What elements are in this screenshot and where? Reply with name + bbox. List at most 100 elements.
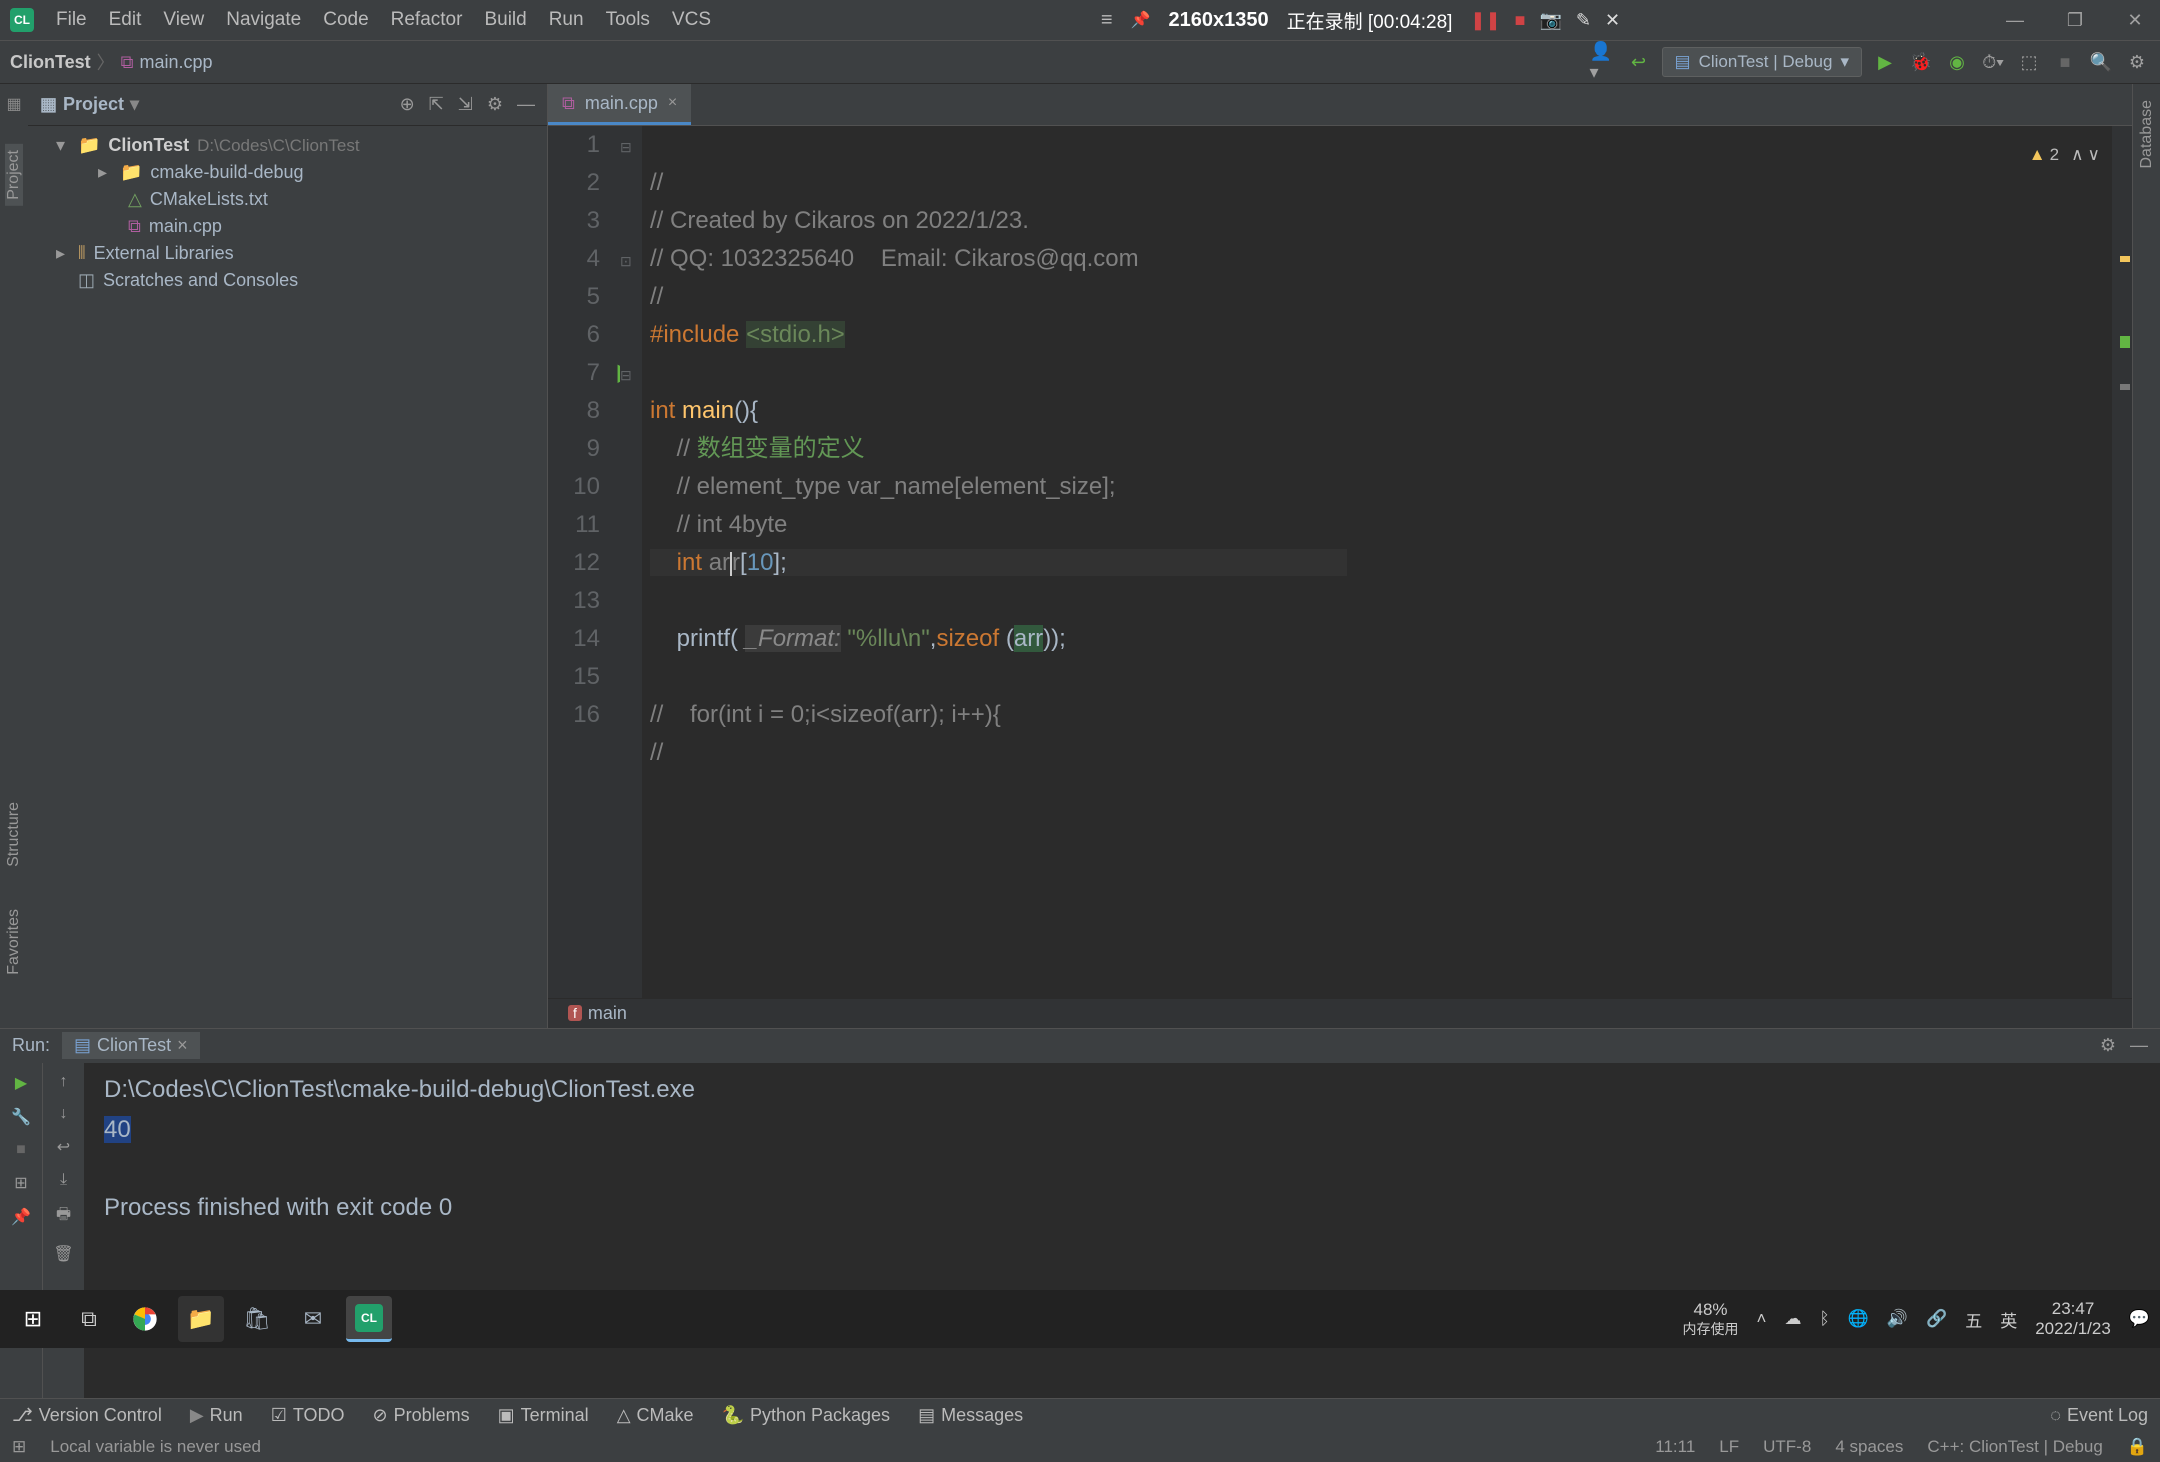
project-settings-icon[interactable]: ⚙ [487, 94, 503, 115]
context-config[interactable]: C++: ClionTest | Debug [1927, 1437, 2102, 1457]
project-title[interactable]: Project [63, 94, 124, 115]
hide-run-icon[interactable]: — [2130, 1035, 2148, 1056]
down-stack-button[interactable]: ↓ [60, 1105, 68, 1123]
tree-root[interactable]: ▾ 📁 ClionTest D:\Codes\C\ClionTest [28, 132, 547, 159]
clear-all-button[interactable]: 🗑 [53, 1244, 73, 1264]
status-icon[interactable]: ⊞ [12, 1437, 26, 1457]
camera-icon[interactable]: 📷 [1539, 10, 1561, 31]
breadcrumb-project[interactable]: ClionTest [10, 52, 91, 73]
clion-taskbar-icon[interactable]: CL [346, 1296, 392, 1342]
system-clock[interactable]: 23:47 2022/1/23 [2035, 1299, 2111, 1340]
breadcrumb-file[interactable]: main.cpp [140, 52, 213, 73]
chrome-icon[interactable] [122, 1296, 168, 1342]
lock-icon[interactable]: 🔒 [2127, 1437, 2148, 1457]
start-button[interactable]: ⊞ [10, 1296, 56, 1342]
settings-button[interactable]: ⚙ [2124, 49, 2150, 75]
hide-panel-icon[interactable]: — [517, 94, 535, 115]
back-build-icon[interactable]: ↩ [1626, 49, 1652, 75]
version-control-button[interactable]: ⎇Version Control [12, 1405, 162, 1426]
rerun-button[interactable]: ▶ [15, 1073, 27, 1093]
pin-run-button[interactable]: 📌 [11, 1207, 31, 1227]
ime-indicator-1[interactable]: 五 [1965, 1307, 1982, 1332]
run-tab[interactable]: ▤ ClionTest × [62, 1032, 200, 1059]
cmake-button[interactable]: △CMake [617, 1405, 694, 1426]
menu-run[interactable]: Run [539, 5, 594, 35]
tree-item-main-cpp[interactable]: ⧉ main.cpp [28, 213, 547, 240]
code-area[interactable]: // // Created by Cikaros on 2022/1/23. /… [642, 126, 2112, 998]
menu-build[interactable]: Build [474, 5, 536, 35]
menu-refactor[interactable]: Refactor [381, 5, 473, 35]
battery-indicator[interactable]: 48% 内存使用 [1683, 1300, 1739, 1337]
menu-navigate[interactable]: Navigate [216, 5, 311, 35]
editor-error-stripe[interactable] [2112, 126, 2132, 998]
event-log-button[interactable]: ◌Event Log [2050, 1405, 2148, 1426]
tree-item-scratches[interactable]: ◫ Scratches and Consoles [28, 267, 547, 294]
tree-arrow-icon[interactable]: ▾ [56, 135, 70, 156]
close-tab-icon[interactable]: × [668, 94, 677, 112]
debug-button[interactable]: 🐞 [1908, 49, 1934, 75]
tree-item-cmakelists[interactable]: △ CMakeLists.txt [28, 186, 547, 213]
soft-wrap-button[interactable]: ↩ [57, 1137, 70, 1157]
terminal-button[interactable]: ▣Terminal [498, 1405, 589, 1426]
minimize-button[interactable]: — [2000, 10, 2030, 31]
task-view-button[interactable]: ⧉ [66, 1296, 112, 1342]
mail-icon[interactable]: ✉ [290, 1296, 336, 1342]
close-window-button[interactable]: ✕ [2120, 10, 2150, 31]
close-recorder-icon[interactable]: ✕ [1605, 10, 1620, 31]
explorer-icon[interactable]: 📁 [178, 1296, 224, 1342]
project-stripe-button[interactable]: Project [5, 144, 23, 206]
project-stripe-icon[interactable]: ▦ [6, 94, 21, 114]
notifications-icon[interactable]: 💬 [2129, 1309, 2150, 1329]
run-tool-button[interactable]: ▶Run [190, 1405, 243, 1426]
database-stripe-button[interactable]: Database [2138, 94, 2156, 175]
menu-tools[interactable]: Tools [596, 5, 660, 35]
attach-button[interactable]: ⬚ [2016, 49, 2042, 75]
hamburger-icon[interactable]: ≡ [1101, 9, 1113, 32]
structure-stripe-button[interactable]: Structure [5, 796, 23, 873]
messages-button[interactable]: ▤Messages [918, 1405, 1023, 1426]
tree-arrow-icon[interactable]: ▸ [98, 162, 112, 183]
menu-file[interactable]: File [46, 5, 97, 35]
ime-indicator-2[interactable]: 英 [2000, 1307, 2017, 1332]
project-view-chevron-icon[interactable]: ▾ [130, 94, 139, 115]
bluetooth-icon[interactable]: ᛒ [1819, 1309, 1829, 1329]
link-icon[interactable]: 🔗 [1926, 1309, 1947, 1329]
stop-button[interactable]: ■ [2052, 49, 2078, 75]
caret-position[interactable]: 11:11 [1655, 1437, 1695, 1457]
menu-edit[interactable]: Edit [99, 5, 152, 35]
select-opened-icon[interactable]: ⊕ [400, 94, 415, 115]
python-packages-button[interactable]: 🐍Python Packages [722, 1405, 891, 1426]
run-settings-icon[interactable]: ⚙ [2100, 1035, 2116, 1056]
menu-view[interactable]: View [153, 5, 214, 35]
network-icon[interactable]: 🌐 [1848, 1309, 1869, 1329]
code-editor[interactable]: ▲ 2 ∧ ∨ 123456 7▶ 8910111213141516 ⊟ ⊡ ⊟… [548, 126, 2132, 998]
run-config-selector[interactable]: ▤ ClionTest | Debug ▾ [1662, 47, 1862, 77]
pin-icon[interactable]: 📌 [1131, 10, 1151, 30]
tray-chevron-icon[interactable]: ˄ [1757, 1309, 1767, 1329]
favorites-stripe-button[interactable]: Favorites [5, 903, 23, 981]
onedrive-icon[interactable]: ☁ [1784, 1309, 1801, 1329]
tree-arrow-icon[interactable]: ▸ [56, 243, 70, 264]
layout-button[interactable]: ⊞ [14, 1173, 27, 1193]
pause-record-icon[interactable]: ❚❚ [1470, 10, 1500, 31]
tree-item-external-libraries[interactable]: ▸ ⫴ External Libraries [28, 240, 547, 267]
problems-button[interactable]: ⊘Problems [373, 1405, 470, 1426]
user-icon[interactable]: 👤▾ [1590, 49, 1616, 75]
menu-code[interactable]: Code [313, 5, 378, 35]
indent-setting[interactable]: 4 spaces [1835, 1437, 1903, 1457]
up-stack-button[interactable]: ↑ [60, 1073, 68, 1091]
scroll-end-button[interactable]: ⤓ [60, 1171, 67, 1189]
maximize-button[interactable]: ❐ [2060, 10, 2090, 31]
editor-tab-main-cpp[interactable]: ⧉ main.cpp × [548, 84, 691, 125]
print-button[interactable]: 🖶 [56, 1203, 71, 1230]
search-everywhere-button[interactable]: 🔍 [2088, 49, 2114, 75]
run-tool-button[interactable]: 🔧 [11, 1107, 31, 1127]
run-button[interactable]: ▶ [1872, 49, 1898, 75]
store-icon[interactable]: 🛍 [234, 1296, 280, 1342]
todo-button[interactable]: ☑TODO [271, 1405, 345, 1426]
close-run-tab-icon[interactable]: × [177, 1035, 188, 1056]
coverage-button[interactable]: ◉ [1944, 49, 1970, 75]
profile-button[interactable]: ⏱▾ [1980, 49, 2006, 75]
expand-all-icon[interactable]: ⇱ [429, 94, 444, 115]
collapse-all-icon[interactable]: ⇲ [458, 94, 473, 115]
